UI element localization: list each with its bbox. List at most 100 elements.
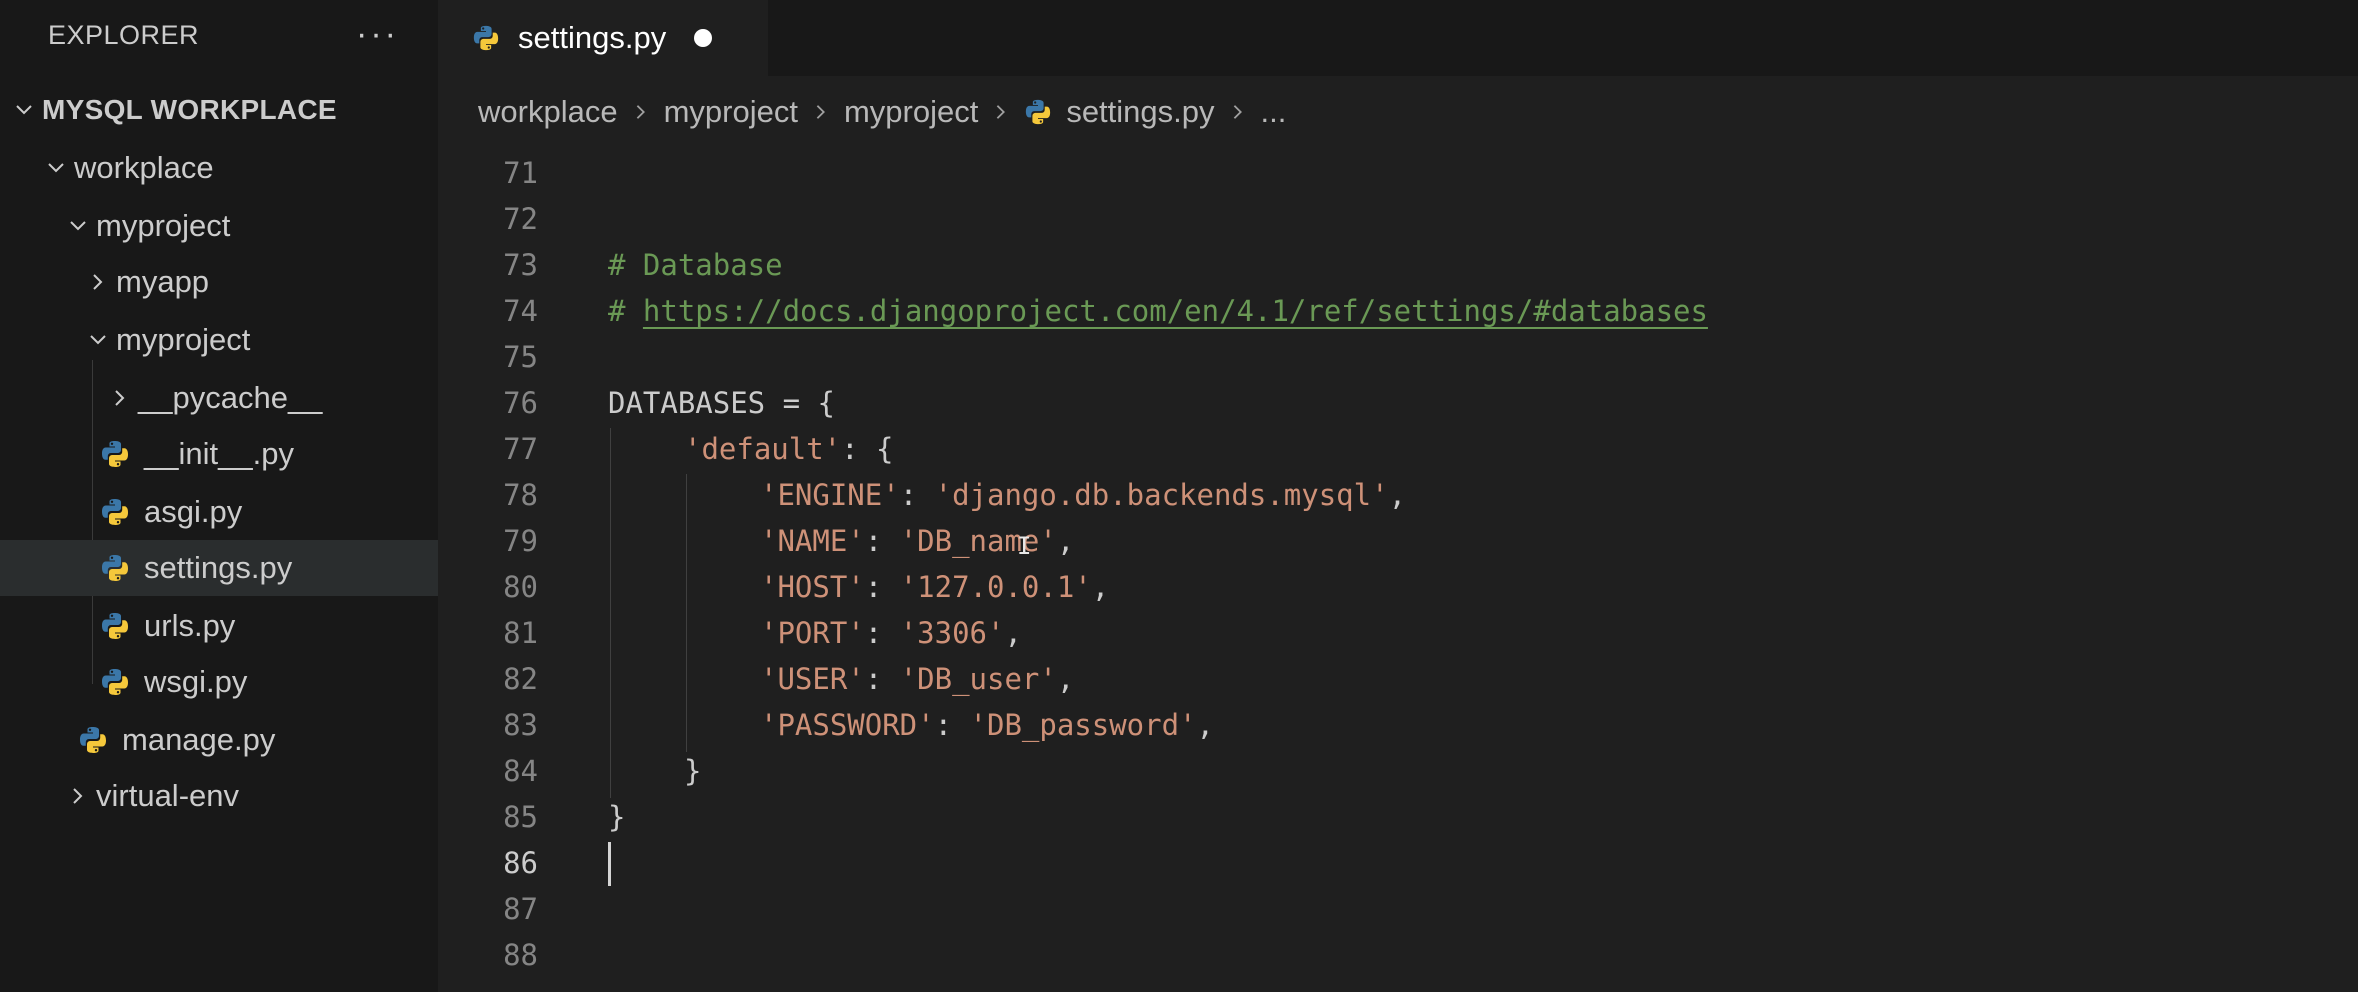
- python-file-icon: [78, 725, 108, 755]
- line-number: 82: [503, 662, 538, 696]
- tree-item-asgi-py[interactable]: asgi.py: [0, 484, 438, 540]
- breadcrumb-myproject-inner[interactable]: myproject: [844, 94, 978, 130]
- tree-item-label: myapp: [116, 264, 210, 299]
- tree-item-init-py[interactable]: __init__.py: [0, 426, 438, 482]
- closing-brace-inner: }: [684, 754, 702, 788]
- punctuation: ,: [1196, 708, 1214, 742]
- punctuation: :: [864, 524, 900, 558]
- password-line: 'PASSWORD': 'DB_password',: [760, 702, 1214, 748]
- tree-item-urls-py[interactable]: urls.py: [0, 598, 438, 654]
- tree-item-manage-py[interactable]: manage.py: [0, 712, 438, 768]
- chevron-right-icon: [60, 786, 96, 806]
- explorer-header: EXPLORER ···: [0, 0, 438, 72]
- code-line-73: 73 # Database: [438, 242, 2358, 288]
- string-key: 'USER': [760, 662, 865, 696]
- tree-item-myproject[interactable]: myproject: [0, 198, 438, 254]
- punctuation: :: [934, 708, 970, 742]
- chevron-right-icon: [812, 103, 830, 121]
- string-value: 'DB_user': [899, 662, 1057, 696]
- punctuation: ,: [1056, 524, 1075, 558]
- tree-item-label: __init__.py: [144, 436, 294, 471]
- line-number: 74: [503, 294, 538, 328]
- chevron-right-icon: [1229, 103, 1247, 121]
- tree-item-label: __pycache__: [138, 380, 323, 415]
- line-number: 75: [503, 340, 538, 374]
- chevron-right-icon: [992, 103, 1010, 121]
- tree-item-label: asgi.py: [144, 494, 243, 529]
- punctuation: : {: [841, 432, 894, 466]
- comment-database: # Database: [608, 248, 783, 282]
- line-number: 88: [503, 938, 538, 972]
- chevron-right-icon: [632, 103, 650, 121]
- punctuation: :: [864, 616, 900, 650]
- code-line-79: 79 'NAME': 'DB_name',: [438, 518, 2358, 564]
- host-line: 'HOST': '127.0.0.1',: [760, 564, 1109, 610]
- chevron-down-icon: [60, 216, 96, 236]
- tree-item-label: workplace: [74, 150, 214, 185]
- string-value: '127.0.0.1': [899, 570, 1092, 604]
- line-number: 78: [503, 478, 538, 512]
- line-number: 73: [503, 248, 538, 282]
- code-line-71: 71: [438, 150, 2358, 196]
- string-key: 'default': [684, 432, 842, 466]
- line-number: 80: [503, 570, 538, 604]
- string-value: 'DB_name': [899, 524, 1057, 558]
- punctuation: ,: [1004, 616, 1022, 650]
- string-key: 'NAME': [760, 524, 865, 558]
- text-caret: [608, 842, 611, 886]
- breadcrumb-settings-py[interactable]: settings.py: [1066, 94, 1214, 130]
- punctuation: :: [864, 662, 900, 696]
- tree-item-label: myproject: [116, 322, 251, 357]
- chevron-down-icon: [80, 330, 116, 350]
- code-line-84: 84 }: [438, 748, 2358, 794]
- line-number-active: 86: [503, 846, 538, 880]
- more-actions-icon[interactable]: ···: [356, 8, 399, 60]
- string-key: 'HOST': [760, 570, 865, 604]
- tree-item-myproject-inner[interactable]: myproject: [0, 312, 438, 368]
- tree-item-virtual-env[interactable]: virtual-env: [0, 768, 438, 824]
- tree-item-workplace[interactable]: workplace: [0, 140, 438, 196]
- code-line-76: 76 DATABASES = {: [438, 380, 2358, 426]
- line-number: 76: [503, 386, 538, 420]
- punctuation: ,: [1388, 478, 1407, 512]
- code-line-72: 72: [438, 196, 2358, 242]
- breadcrumb-symbols[interactable]: ...: [1261, 94, 1287, 130]
- chevron-down-icon: [38, 158, 74, 178]
- default-key-line: 'default': {: [684, 426, 894, 472]
- tree-item-label: wsgi.py: [144, 664, 248, 699]
- punctuation: ,: [1091, 570, 1110, 604]
- tab-settings-py[interactable]: settings.py: [438, 0, 768, 76]
- code-line-82: 82 'USER': 'DB_user',: [438, 656, 2358, 702]
- python-file-icon: [100, 497, 130, 527]
- python-file-icon: [100, 667, 130, 697]
- tree-item-pycache[interactable]: __pycache__: [0, 370, 438, 426]
- user-line: 'USER': 'DB_user',: [760, 656, 1074, 702]
- line-number: 77: [503, 432, 538, 466]
- string-value: 'DB_password': [969, 708, 1197, 742]
- chevron-down-icon: [6, 100, 42, 120]
- code-line-85: 85 }: [438, 794, 2358, 840]
- code-line-77: 77 'default': {: [438, 426, 2358, 472]
- line-number: 87: [503, 892, 538, 926]
- python-file-icon: [472, 24, 500, 52]
- docs-link[interactable]: https://docs.djangoproject.com/en/4.1/re…: [643, 294, 1708, 328]
- breadcrumb-workplace[interactable]: workplace: [478, 94, 618, 130]
- tree-root-mysql-workplace[interactable]: MYSQL WORKPLACE: [0, 82, 438, 138]
- python-file-icon: [100, 611, 130, 641]
- unsaved-dot-icon[interactable]: [694, 29, 713, 47]
- tree-item-settings-py[interactable]: settings.py: [0, 540, 438, 596]
- tree-item-label: virtual-env: [96, 778, 239, 813]
- string-key: 'PASSWORD': [760, 708, 935, 742]
- line-number: 79: [503, 524, 538, 558]
- punctuation: :: [899, 478, 935, 512]
- code-line-87: 87: [438, 886, 2358, 932]
- line-number: 72: [503, 202, 538, 236]
- code-line-81: 81 'PORT': '3306',: [438, 610, 2358, 656]
- breadcrumb-myproject[interactable]: myproject: [664, 94, 798, 130]
- tree-item-wsgi-py[interactable]: wsgi.py: [0, 654, 438, 710]
- chevron-right-icon: [102, 388, 138, 408]
- code-editor[interactable]: 71 72 73 # Database 74 # https://docs.dj…: [438, 142, 2358, 992]
- string-key: 'PORT': [760, 616, 865, 650]
- tree-item-myapp[interactable]: myapp: [0, 254, 438, 310]
- line-number: 71: [503, 156, 538, 190]
